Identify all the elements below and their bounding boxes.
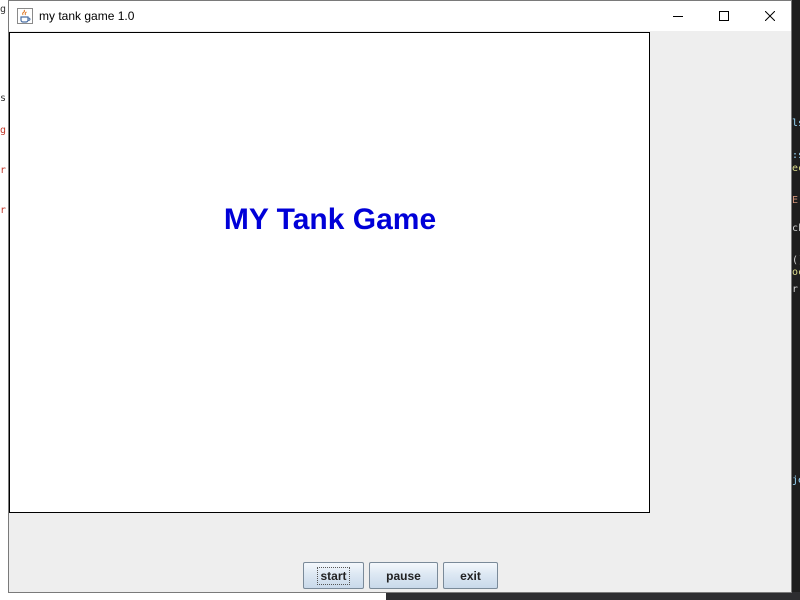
background-left-window	[0, 0, 8, 600]
background-left-text: g	[0, 4, 7, 15]
minimize-button[interactable]	[655, 1, 701, 31]
maximize-icon	[719, 11, 729, 21]
background-right-text: :s	[792, 150, 800, 161]
control-bar: start pause exit	[9, 562, 791, 589]
pause-button-label: pause	[386, 568, 421, 583]
game-canvas[interactable]: MY Tank Game	[9, 32, 650, 513]
background-right-text: E	[792, 195, 799, 206]
background-bottom-editor	[386, 592, 800, 600]
close-button[interactable]	[747, 1, 793, 31]
close-icon	[765, 11, 775, 21]
background-left-text: r	[0, 205, 7, 216]
window-title: my tank game 1.0	[39, 9, 135, 23]
start-button[interactable]: start	[303, 562, 364, 589]
background-right-text: ():	[792, 255, 800, 266]
title-bar[interactable]: my tank game 1.0	[9, 1, 791, 31]
background-right-text: ec	[792, 163, 800, 174]
maximize-button[interactable]	[701, 1, 747, 31]
background-left-text: s:	[0, 93, 8, 104]
background-right-text: ck	[792, 223, 800, 234]
game-title-text: MY Tank Game	[223, 203, 437, 236]
app-window: my tank game 1.0 MY Tank Game start paus…	[8, 0, 792, 593]
pause-button[interactable]: pause	[369, 562, 438, 589]
background-right-text: r:	[792, 284, 800, 295]
background-right-text: ls	[792, 118, 800, 129]
exit-button[interactable]: exit	[443, 562, 498, 589]
background-right-editor	[792, 0, 800, 600]
start-button-label: start	[317, 566, 350, 585]
background-right-text: oc	[792, 267, 800, 278]
background-left-text: r	[0, 165, 7, 176]
exit-button-label: exit	[460, 568, 481, 583]
background-right-text: je	[792, 475, 800, 486]
java-cup-icon[interactable]	[17, 8, 33, 24]
background-left-text: g	[0, 125, 7, 136]
minimize-icon	[673, 16, 683, 17]
